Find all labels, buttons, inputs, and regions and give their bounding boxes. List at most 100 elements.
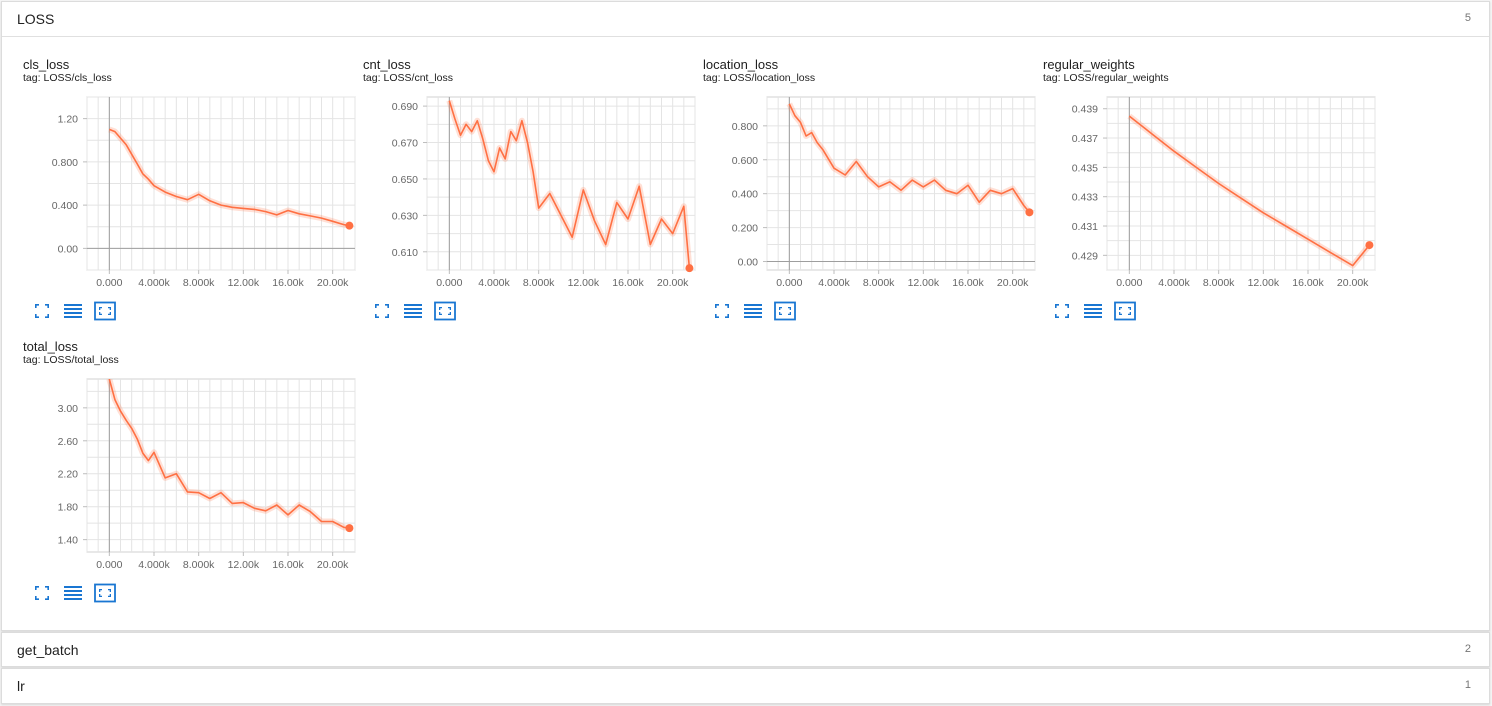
x-tick-label: 4.000k (138, 277, 170, 289)
x-tick-label: 4.000k (138, 559, 170, 571)
series-end-point (685, 264, 694, 273)
category-lr-header[interactable]: lr 1 (2, 669, 1489, 703)
x-tick-label: 0.000 (776, 277, 802, 289)
y-tick-label: 0.800 (52, 157, 78, 169)
category-count: 5 (1464, 12, 1471, 24)
tag-prefix: tag: (1043, 72, 1061, 84)
category-count: 2 (1464, 643, 1471, 655)
fit-to-screen-button[interactable] (32, 301, 52, 321)
toggle-log-scale-icon (63, 301, 83, 321)
card-tag: tag: LOSS/total_loss (23, 354, 119, 366)
x-tick-label: 12.00k (228, 277, 260, 289)
x-tick-label: 16.00k (272, 277, 304, 289)
line-chart[interactable]: 0.000 4.000k 8.000k 12.00k 16.00k 20.00k 0.00 0… (703, 93, 1043, 293)
card-title: regular_weights (1043, 57, 1135, 72)
toggle-log-scale-button[interactable] (63, 301, 83, 321)
card-title: total_loss (23, 339, 78, 354)
x-tick-label: 12.00k (228, 559, 260, 571)
scalar-card-total-loss: total_loss tag: LOSS/total_loss 0.000 4.00… (23, 339, 363, 603)
card-tag: tag: LOSS/location_loss (703, 72, 815, 84)
fit-to-screen-button[interactable] (372, 301, 392, 321)
line-chart[interactable]: 0.000 4.000k 8.000k 12.00k 16.00k 20.00k 0.429… (1043, 93, 1383, 293)
category-loss: LOSS 5 cls_loss tag: LOSS/cls_loss 0.000 4… (1, 1, 1490, 631)
tag-value: LOSS/regular_weights (1063, 72, 1169, 84)
fit-to-screen-icon (32, 301, 52, 321)
toggle-log-scale-button[interactable] (403, 301, 423, 321)
scalar-card-location-loss: location_loss tag: LOSS/location_loss 0.0… (703, 57, 1043, 321)
line-chart[interactable]: 0.000 4.000k 8.000k 12.00k 16.00k 20.00k 0.610… (363, 93, 703, 293)
fit-domain-button[interactable] (434, 301, 456, 321)
x-tick-label: 8.000k (523, 277, 555, 289)
fit-to-screen-icon (32, 583, 52, 603)
toggle-log-scale-button[interactable] (1083, 301, 1103, 321)
tag-prefix: tag: (703, 72, 721, 84)
y-tick-label: 0.400 (732, 189, 758, 201)
x-tick-label: 16.00k (1292, 277, 1324, 289)
tag-value: LOSS/cnt_loss (383, 72, 453, 84)
fit-domain-icon (1114, 301, 1136, 321)
fit-domain-button[interactable] (774, 301, 796, 321)
toggle-log-scale-icon (743, 301, 763, 321)
line-chart[interactable]: 0.000 4.000k 8.000k 12.00k 16.00k 20.00k 0.00 0… (23, 93, 363, 293)
x-tick-label: 8.000k (863, 277, 895, 289)
scalar-card-cnt-loss: cnt_loss tag: LOSS/cnt_loss 0.000 4.000k 8.… (363, 57, 703, 321)
y-tick-label: 1.40 (58, 535, 79, 547)
fit-domain-button[interactable] (1114, 301, 1136, 321)
category-loss-header[interactable]: LOSS 5 (2, 2, 1489, 37)
y-tick-label: 0.670 (392, 138, 418, 150)
x-tick-label: 8.000k (1203, 277, 1235, 289)
x-tick-label: 20.00k (317, 559, 349, 571)
toggle-log-scale-icon (63, 583, 83, 603)
x-tick-label: 20.00k (997, 277, 1029, 289)
line-chart[interactable]: 0.000 4.000k 8.000k 12.00k 16.00k 20.00k 1.40 1… (23, 375, 363, 575)
toggle-log-scale-button[interactable] (63, 583, 83, 603)
category-title: get_batch (17, 642, 79, 658)
tag-prefix: tag: (23, 72, 41, 84)
card-tag: tag: LOSS/cnt_loss (363, 72, 453, 84)
y-tick-label: 0.690 (392, 101, 418, 113)
fit-domain-button[interactable] (94, 301, 116, 321)
x-tick-label: 4.000k (478, 277, 510, 289)
x-tick-label: 0.000 (96, 559, 122, 571)
x-tick-label: 12.00k (1248, 277, 1280, 289)
y-tick-label: 2.60 (58, 436, 79, 448)
y-tick-label: 0.630 (392, 210, 418, 222)
y-tick-label: 0.610 (392, 247, 418, 259)
series-end-point (345, 524, 354, 533)
x-tick-label: 16.00k (952, 277, 984, 289)
category-get-batch: get_batch 2 (1, 632, 1490, 667)
card-tag: tag: LOSS/regular_weights (1043, 72, 1169, 84)
fit-to-screen-button[interactable] (1052, 301, 1072, 321)
fit-domain-icon (434, 301, 456, 321)
fit-domain-icon (94, 301, 116, 321)
fit-to-screen-icon (372, 301, 392, 321)
y-tick-label: 0.00 (58, 243, 79, 255)
y-tick-label: 3.00 (58, 403, 79, 415)
y-tick-label: 0.800 (732, 121, 758, 133)
category-get-batch-header[interactable]: get_batch 2 (2, 633, 1489, 667)
toggle-log-scale-button[interactable] (743, 301, 763, 321)
category-count: 1 (1464, 679, 1471, 691)
x-tick-label: 16.00k (272, 559, 304, 571)
tag-value: LOSS/total_loss (43, 354, 119, 366)
fit-to-screen-button[interactable] (32, 583, 52, 603)
card-title: cnt_loss (363, 57, 411, 72)
x-tick-label: 0.000 (436, 277, 462, 289)
y-tick-label: 0.435 (1072, 162, 1098, 174)
x-tick-label: 12.00k (908, 277, 940, 289)
y-tick-label: 0.437 (1072, 133, 1098, 145)
card-title: location_loss (703, 57, 779, 72)
fit-to-screen-button[interactable] (712, 301, 732, 321)
category-lr: lr 1 (1, 668, 1490, 704)
fit-domain-button[interactable] (94, 583, 116, 603)
y-tick-label: 0.650 (392, 174, 418, 186)
y-tick-label: 0.439 (1072, 104, 1098, 116)
card-tag: tag: LOSS/cls_loss (23, 72, 112, 84)
x-tick-label: 4.000k (818, 277, 850, 289)
card-title: cls_loss (23, 57, 70, 72)
scalar-card-cls-loss: cls_loss tag: LOSS/cls_loss 0.000 4.000k 8.… (23, 57, 363, 321)
y-tick-label: 1.20 (58, 114, 79, 126)
tag-prefix: tag: (23, 354, 41, 366)
series-end-point (345, 221, 354, 230)
y-tick-label: 0.431 (1072, 221, 1098, 233)
